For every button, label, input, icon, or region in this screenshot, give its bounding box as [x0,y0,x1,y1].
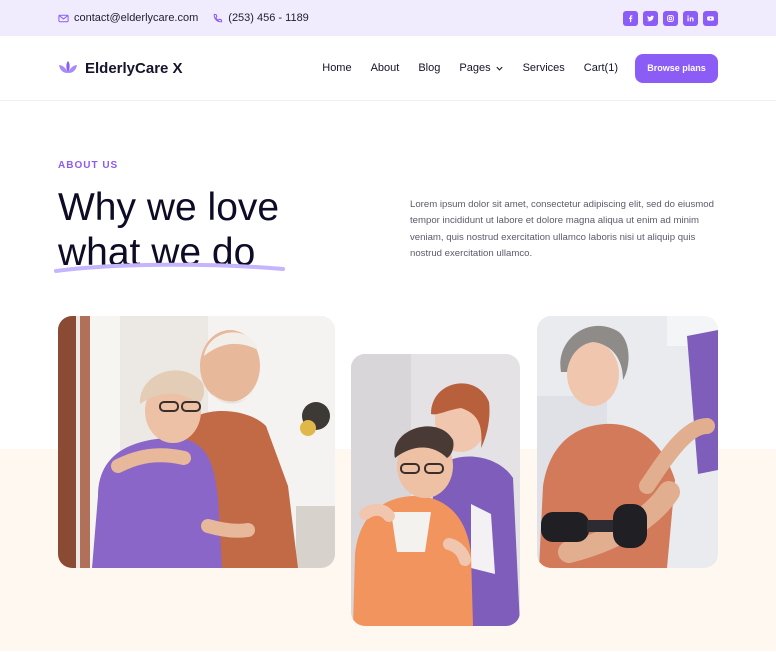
email-text: contact@elderlycare.com [74,12,199,24]
lotus-logo-icon [59,61,77,74]
nav-blog[interactable]: Blog [418,62,440,74]
section-eyebrow: ABOUT US [58,160,119,171]
nav-menu: Home About Blog Pages Services Cart(1) B… [322,53,718,83]
photo-caregiver-senior [351,354,520,626]
browse-plans-button[interactable]: Browse plans [635,53,718,83]
youtube-icon[interactable] [703,10,718,26]
nav-pages-label: Pages [459,62,491,74]
nav-services[interactable]: Services [523,62,565,74]
nav-home[interactable]: Home [322,62,351,74]
brand-name: ElderlyCare X [85,59,183,77]
contact-info: contact@elderlycare.com (253) 456 - 1189 [58,12,309,24]
instagram-icon[interactable] [663,10,678,26]
facebook-icon[interactable] [623,10,638,26]
phone-icon [214,13,223,22]
phone-contact[interactable]: (253) 456 - 1189 [212,12,309,24]
photo-elderly-couple [58,316,335,568]
social-links [623,10,718,26]
email-contact[interactable]: contact@elderlycare.com [58,12,198,24]
nav-pages-dropdown[interactable]: Pages [459,62,503,74]
brand-logo[interactable]: ElderlyCare X [58,60,183,77]
headline-underline-decoration [54,262,285,273]
about-section: ABOUT US Why we love what we do Lorem ip… [0,101,776,651]
chevron-down-icon [495,66,503,71]
phone-text: (253) 456 - 1189 [228,12,309,24]
linkedin-icon[interactable] [683,10,698,26]
photo-senior-exercise [537,316,718,568]
twitter-icon[interactable] [643,10,658,26]
section-description: Lorem ipsum dolor sit amet, consectetur … [410,199,714,259]
mail-icon [58,14,69,22]
nav-about[interactable]: About [371,62,400,74]
top-bar: contact@elderlycare.com (253) 456 - 1189 [0,0,776,36]
headline-line-1: Why we love [58,186,280,229]
nav-cart[interactable]: Cart(1) [584,62,618,74]
main-navbar: ElderlyCare X Home About Blog Pages Serv… [0,36,776,101]
